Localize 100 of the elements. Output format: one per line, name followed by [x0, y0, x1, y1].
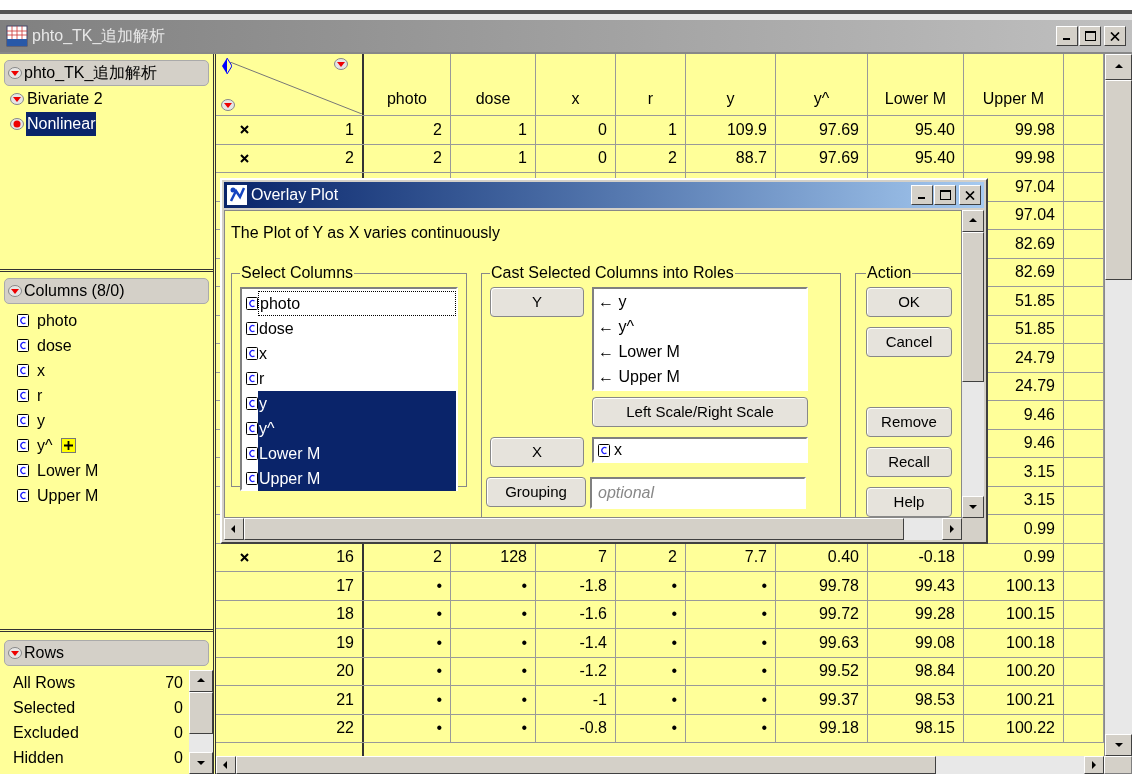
list-item[interactable]: Lower M [258, 441, 456, 466]
list-item[interactable]: x [258, 341, 456, 366]
list-item[interactable]: photo [258, 291, 456, 316]
group-title: Cast Selected Columns into Roles [490, 263, 735, 283]
scrollbar[interactable] [216, 756, 1132, 774]
table-cell-text: 99.78 [818, 575, 859, 596]
column-header[interactable]: x [571, 87, 580, 111]
section-header[interactable]: phto_TK_追加解析 [4, 60, 209, 86]
scroll-down-button[interactable] [962, 496, 984, 518]
disclosure-icon[interactable] [8, 647, 22, 659]
column-header[interactable]: r [647, 87, 654, 111]
row-number[interactable]: 19 [336, 630, 354, 655]
dialog-button[interactable]: Remove [866, 407, 952, 437]
scroll-left-button[interactable] [224, 518, 244, 540]
dialog-button[interactable]: Help [866, 487, 952, 517]
column-item[interactable]: Upper M [37, 483, 99, 508]
right-arrow-icon [1089, 760, 1099, 770]
column-item[interactable]: dose [37, 333, 72, 358]
role-field[interactable]: x [592, 437, 808, 463]
table-cell-text: • [436, 718, 442, 739]
script-star-icon[interactable] [10, 117, 24, 130]
disclosure-icon[interactable] [334, 58, 348, 70]
role-list[interactable]: ← y ← y^ ← Lower M ← Upper M [592, 287, 808, 391]
table-cell-text: -1.4 [579, 632, 607, 653]
list-item[interactable]: y [258, 391, 456, 416]
column-item[interactable]: x [37, 358, 45, 383]
scrollbar[interactable] [189, 670, 213, 774]
scroll-left-button[interactable] [216, 756, 236, 774]
dialog-button[interactable]: Recall [866, 447, 952, 477]
close-icon [1110, 31, 1120, 41]
scrollbar[interactable] [962, 210, 984, 518]
scrollbar[interactable] [1104, 54, 1132, 756]
role-item[interactable]: ← y [598, 290, 806, 315]
row-number[interactable]: 16 [336, 545, 354, 570]
section-header[interactable]: Rows [4, 640, 209, 666]
column-type-icon [246, 447, 258, 460]
list-item[interactable]: r [258, 366, 456, 391]
scroll-up-button[interactable] [962, 210, 984, 232]
scroll-up-button[interactable] [189, 670, 213, 692]
list-item[interactable]: Upper M [258, 466, 456, 491]
close-icon [965, 190, 975, 200]
row-number[interactable]: 18 [336, 602, 354, 627]
column-header[interactable]: y [726, 87, 735, 111]
column-item[interactable]: Lower M [37, 458, 99, 483]
row-number[interactable]: 1 [345, 117, 354, 142]
disclosure-icon[interactable] [10, 92, 24, 105]
column-header[interactable]: y^ [813, 87, 830, 111]
row-number[interactable]: 17 [336, 573, 354, 598]
dialog-button[interactable]: Y [490, 287, 584, 317]
column-header[interactable]: photo [386, 87, 427, 111]
column-item[interactable]: r [37, 383, 43, 408]
maximize-button[interactable] [934, 185, 956, 205]
dialog-button[interactable]: Grouping [486, 477, 586, 507]
column-header[interactable]: Lower M [884, 87, 947, 111]
column-item[interactable]: y^ [37, 433, 53, 458]
close-button[interactable] [1104, 26, 1126, 46]
role-item[interactable]: ← Upper M [598, 365, 806, 390]
list-item[interactable]: y^ [258, 416, 456, 441]
column-header[interactable]: Upper M [982, 87, 1045, 111]
disclosure-icon[interactable] [221, 99, 235, 111]
scroll-down-button[interactable] [189, 752, 213, 774]
diamond-icon[interactable] [222, 58, 232, 74]
column-listbox[interactable]: photo dose x r y y^ Lower M Upper M [240, 287, 458, 491]
table-cell-text: 3.15 [1023, 490, 1055, 511]
table-cell-text: • [436, 575, 442, 596]
scrollbar[interactable] [224, 518, 962, 540]
table-cell-text: 2 [433, 148, 442, 169]
row-number[interactable]: 20 [336, 659, 354, 684]
column-item[interactable]: y [37, 408, 45, 433]
maximize-button[interactable] [1079, 26, 1101, 46]
disclosure-icon[interactable] [8, 285, 22, 297]
table-cell-text: 98.53 [914, 689, 955, 710]
role-item[interactable]: ← Lower M [598, 340, 806, 365]
row-number[interactable]: 2 [345, 146, 354, 171]
disclosure-icon[interactable] [8, 67, 22, 79]
section-header[interactable]: Columns (8/0) [4, 278, 209, 304]
column-header[interactable]: dose [475, 87, 511, 111]
table-cell-text: • [761, 718, 767, 739]
dialog-button[interactable]: X [490, 437, 584, 467]
minimize-button[interactable] [911, 185, 933, 205]
table-cell-text: 51.85 [1014, 319, 1055, 340]
scroll-right-button[interactable] [1084, 756, 1104, 774]
script-item[interactable]: Nonlinear [26, 111, 97, 136]
dialog-button[interactable]: OK [866, 287, 952, 317]
row-number[interactable]: 21 [336, 687, 354, 712]
scroll-up-button[interactable] [1105, 54, 1132, 80]
list-item[interactable]: dose [258, 316, 456, 341]
column-item[interactable]: photo [37, 308, 78, 333]
scroll-down-button[interactable] [1105, 734, 1132, 756]
dialog-button[interactable]: Cancel [866, 327, 952, 357]
table-cell-text: • [761, 632, 767, 653]
row-number[interactable]: 22 [336, 716, 354, 741]
minimize-button[interactable] [1056, 26, 1078, 46]
role-item[interactable]: ← y^ [598, 315, 806, 340]
dialog-button[interactable]: Left Scale/Right Scale [592, 397, 808, 427]
role-field[interactable]: optional [590, 477, 806, 509]
close-button[interactable] [959, 185, 981, 205]
scroll-right-button[interactable] [942, 518, 962, 540]
table-cell-text: -1.8 [579, 575, 607, 596]
script-item[interactable]: Bivariate 2 [26, 86, 104, 111]
